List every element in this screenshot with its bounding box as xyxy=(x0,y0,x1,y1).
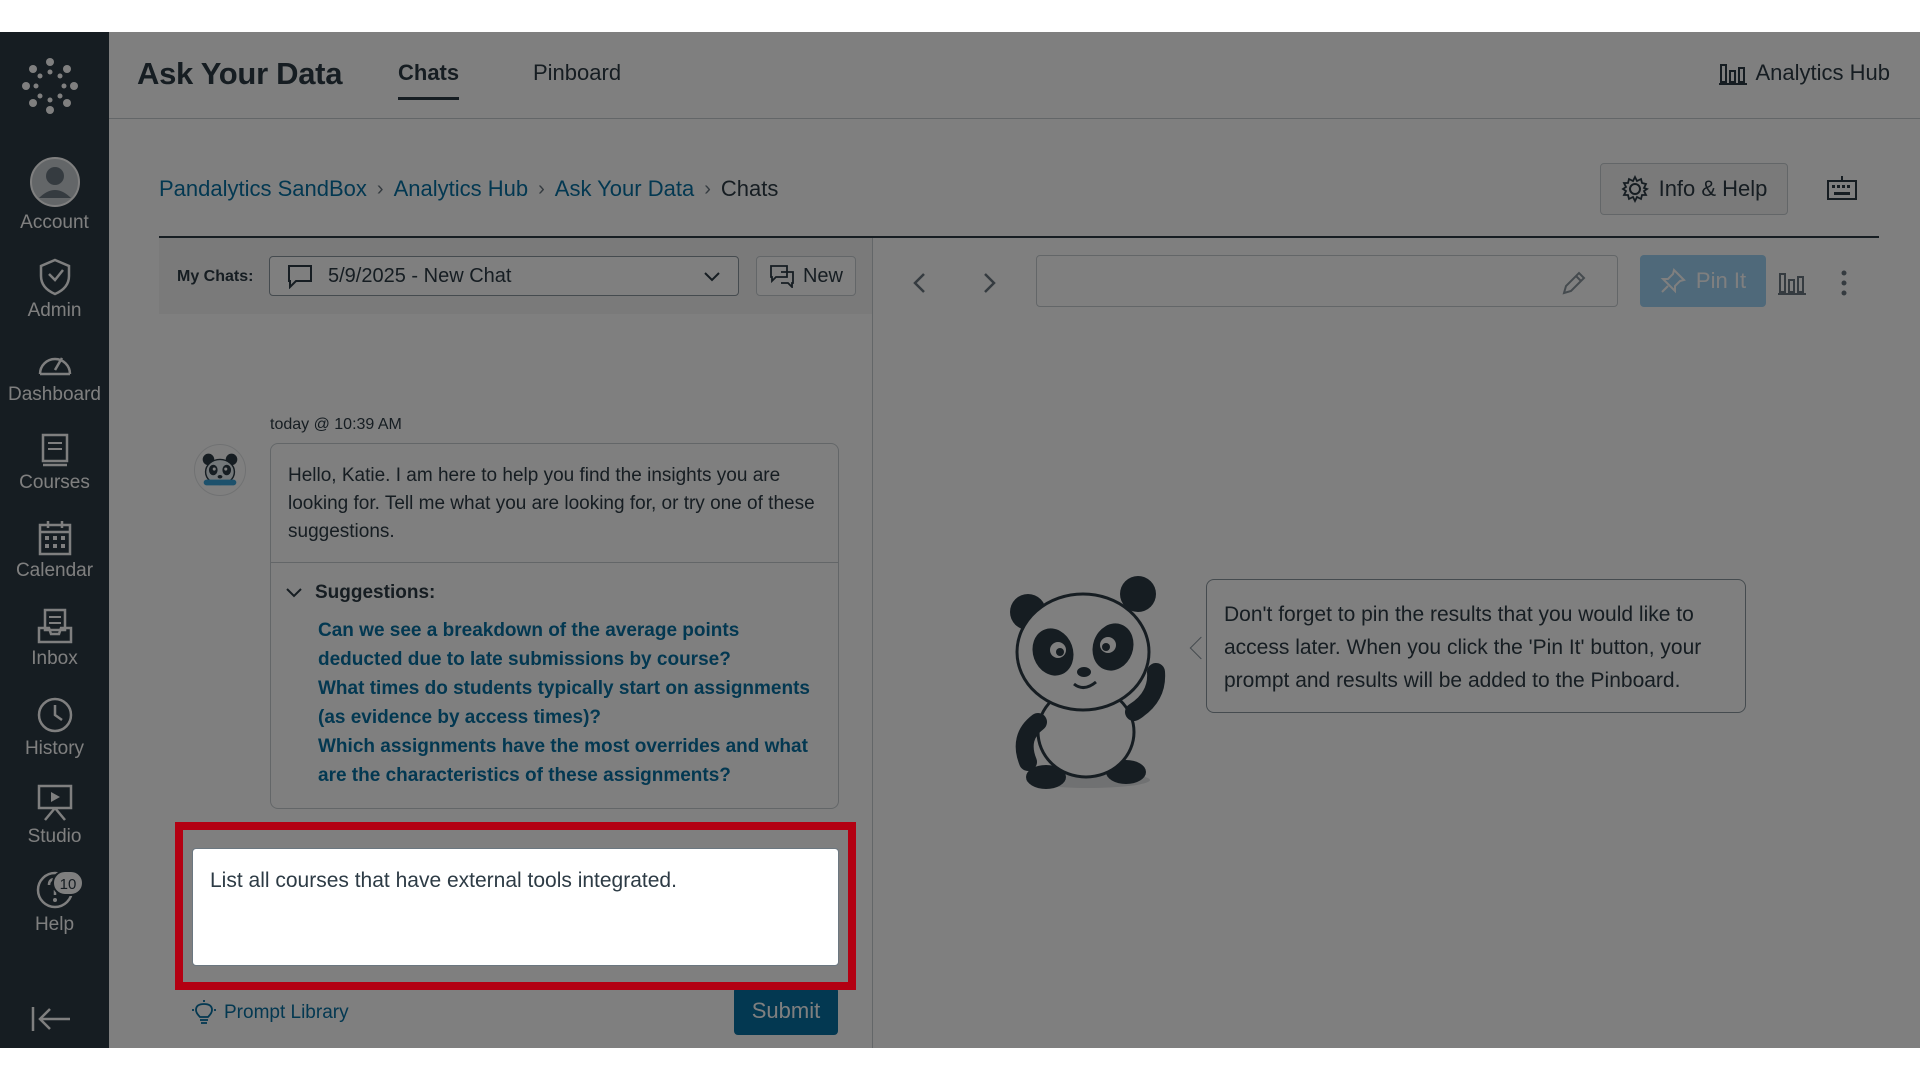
breadcrumb-link[interactable]: Analytics Hub xyxy=(394,176,529,202)
pin-it-button[interactable]: Pin It xyxy=(1640,255,1766,307)
suggestions-toggle[interactable]: Suggestions: xyxy=(285,582,435,604)
nav-item-help[interactable]: 10 Help xyxy=(0,870,109,954)
chevron-left-icon[interactable] xyxy=(905,268,935,298)
suggestion-link[interactable]: Can we see a breakdown of the average po… xyxy=(318,616,828,674)
nav-label: Calendar xyxy=(0,560,109,582)
chevron-down-icon xyxy=(702,267,722,287)
account-icon xyxy=(29,156,81,208)
panda-mascot-icon xyxy=(998,572,1178,792)
gear-icon xyxy=(1621,175,1649,203)
message-divider xyxy=(271,562,838,563)
nav-label: Dashboard xyxy=(0,384,109,406)
suggestion-link[interactable]: Which assignments have the most override… xyxy=(318,732,828,790)
help-badge: 10 xyxy=(52,870,84,896)
nav-item-courses[interactable]: Courses xyxy=(0,432,109,516)
canvas-logo-icon[interactable] xyxy=(20,56,80,116)
tab-pinboard[interactable]: Pinboard xyxy=(533,60,621,100)
studio-icon xyxy=(37,784,73,822)
nav-item-account[interactable]: Account xyxy=(0,156,109,240)
nav-label: History xyxy=(0,738,109,760)
chevron-right-icon: › xyxy=(377,178,384,201)
nav-label: Courses xyxy=(0,472,109,494)
admin-icon xyxy=(38,258,72,296)
panel-divider xyxy=(872,238,873,1048)
collapse-nav-icon[interactable] xyxy=(30,1004,74,1034)
breadcrumb-current: Chats xyxy=(721,176,778,202)
history-icon xyxy=(36,696,74,734)
nav-label: Help xyxy=(0,914,109,936)
page-title: Ask Your Data xyxy=(137,56,342,92)
suggestions-label: Suggestions: xyxy=(315,582,435,604)
analytics-hub-link[interactable]: Analytics Hub xyxy=(1719,60,1890,86)
panda-avatar-icon xyxy=(194,444,246,496)
new-chat-button[interactable]: New xyxy=(756,256,856,296)
global-nav: Account Admin Dashboard Cours xyxy=(0,32,109,1048)
breadcrumb: Pandalytics SandBox › Analytics Hub › As… xyxy=(159,176,778,202)
breadcrumb-link[interactable]: Pandalytics SandBox xyxy=(159,176,367,202)
keyboard-icon[interactable] xyxy=(1826,173,1858,205)
pin-icon xyxy=(1660,268,1686,294)
dashboard-icon xyxy=(36,346,74,380)
app-frame: Account Admin Dashboard Cours xyxy=(0,32,1920,1048)
analytics-hub-label: Analytics Hub xyxy=(1755,60,1890,86)
nav-item-studio[interactable]: Studio xyxy=(0,784,109,868)
nav-label: Studio xyxy=(0,826,109,848)
nav-item-admin[interactable]: Admin xyxy=(0,258,109,342)
nav-label: Inbox xyxy=(0,648,109,670)
bar-chart-icon[interactable] xyxy=(1778,268,1806,296)
tip-bubble: Don't forget to pin the results that you… xyxy=(1206,579,1746,713)
bar-chart-icon xyxy=(1719,61,1747,85)
inbox-icon xyxy=(37,608,73,644)
info-help-label: Info & Help xyxy=(1659,176,1768,202)
my-chats-label: My Chats: xyxy=(177,268,253,286)
submit-button[interactable]: Submit xyxy=(734,987,838,1035)
bot-greeting: Hello, Katie. I am here to help you find… xyxy=(288,462,828,546)
prompt-library-label: Prompt Library xyxy=(224,1002,349,1024)
pencil-icon[interactable] xyxy=(1559,268,1589,298)
selected-chat: 5/9/2025 - New Chat xyxy=(328,265,511,288)
chevron-down-icon xyxy=(285,584,303,602)
suggestion-link[interactable]: What times do students typically start o… xyxy=(318,674,828,732)
app-header: Ask Your Data Chats Pinboard Analytics H… xyxy=(109,32,1920,119)
chevron-right-icon[interactable] xyxy=(974,268,1004,298)
new-chat-icon xyxy=(769,264,795,288)
prompt-library-link[interactable]: Prompt Library xyxy=(192,1000,349,1026)
nav-label: Admin xyxy=(0,300,109,322)
chat-select[interactable]: 5/9/2025 - New Chat xyxy=(269,256,739,296)
more-options-icon[interactable] xyxy=(1834,268,1854,298)
info-help-button[interactable]: Info & Help xyxy=(1600,163,1788,215)
message-timestamp: today @ 10:39 AM xyxy=(270,416,402,434)
chat-toolbar: My Chats: 5/9/2025 - New Chat New xyxy=(159,238,872,314)
nav-item-dashboard[interactable]: Dashboard xyxy=(0,346,109,430)
input-highlight-box xyxy=(175,822,856,990)
pin-it-label: Pin It xyxy=(1696,268,1746,294)
tab-chats[interactable]: Chats xyxy=(398,60,459,100)
breadcrumb-link[interactable]: Ask Your Data xyxy=(555,176,694,202)
bot-message: Hello, Katie. I am here to help you find… xyxy=(270,443,839,809)
chevron-right-icon: › xyxy=(704,178,711,201)
new-chat-label: New xyxy=(803,265,843,288)
calendar-icon xyxy=(38,520,72,556)
nav-item-calendar[interactable]: Calendar xyxy=(0,520,109,604)
chat-bubble-icon xyxy=(286,263,314,289)
nav-item-history[interactable]: History xyxy=(0,696,109,780)
courses-icon xyxy=(40,432,70,468)
result-prompt-field[interactable] xyxy=(1036,255,1618,307)
lightbulb-icon xyxy=(192,1000,216,1026)
nav-label: Account xyxy=(0,212,109,234)
nav-item-inbox[interactable]: Inbox xyxy=(0,608,109,692)
chevron-right-icon: › xyxy=(538,178,545,201)
